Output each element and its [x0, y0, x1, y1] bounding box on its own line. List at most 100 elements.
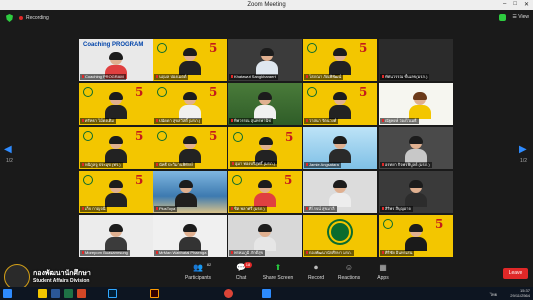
participant-name: Jamie Angsatara — [304, 162, 341, 168]
maximize-icon[interactable]: □ — [513, 1, 517, 8]
word-icon[interactable] — [51, 289, 60, 298]
record-label: Record — [307, 275, 325, 281]
participant-tile[interactable]: 5 วาสนา รัตนวงศ์ — [303, 83, 377, 125]
participant-tile[interactable]: กองพัฒนานักศึกษา มรภ. — [303, 215, 377, 257]
participant-tile[interactable]: 5 ชิต พลาศรี (มรภ.) — [228, 171, 302, 213]
participant-name: กองพัฒนานักศึกษา มรภ. — [304, 250, 354, 256]
reactions-label: Reactions — [337, 275, 361, 281]
participant-name: ศรัทธา ไม้ดงเดิม — [80, 118, 116, 124]
participant-tile[interactable]: 5 ศรัทธา ไม้ดงเดิม — [79, 83, 153, 125]
participant-name: สิริพร สีบุญอาจ — [380, 206, 413, 212]
window-titlebar: Zoom Meeting – □ ✕ — [0, 0, 533, 10]
reactions-button[interactable]: ☺ Reactions — [330, 263, 368, 281]
participant-tile[interactable]: 5 นัทธี ป่ะวิมานพิทักษ์ — [153, 127, 227, 169]
chat-icon: 💬 — [236, 263, 246, 272]
participant-name: นัทธี ป่ะวิมานพิทักษ์ — [154, 162, 195, 168]
participant-name: Khatawut Sangkharaert — [229, 74, 278, 80]
shield-icon[interactable] — [6, 14, 13, 22]
participant-name: ณัฐพงษ์ ว่องไวเมธี — [380, 118, 419, 124]
participant-tile[interactable]: อรทยา กิจพรพิบูลย์ (มรภ.) — [379, 127, 453, 169]
participant-tile[interactable]: ณัฐพงษ์ ว่องไวเมธี — [379, 83, 453, 125]
participant-tile[interactable]: สิริพร สีบุญอาจ — [379, 171, 453, 213]
share-screen-button[interactable]: ⬆ Share Screen — [259, 263, 297, 281]
page-prev-icon[interactable]: ◀ — [4, 144, 14, 156]
share-screen-label: Share Screen — [262, 275, 294, 281]
participant-name: ปนัดดา สุขสวัสดิ์ (มรภ.) — [154, 118, 203, 124]
participant-name: นฤมล ปองเมตต์ — [154, 74, 189, 80]
lock-icon[interactable] — [499, 14, 506, 21]
participant-name: ศิโรจน์ สุขมาลี — [304, 206, 337, 212]
participant-tile[interactable]: Jamie Angsatara — [303, 127, 377, 169]
page-next-icon[interactable]: ▶ — [519, 144, 529, 156]
participant-tile[interactable]: ทิพวรรณ สุนทรพานิช — [228, 83, 302, 125]
chat-button[interactable]: 💬 18 Chat — [222, 262, 260, 281]
participants-label: Participants — [184, 275, 212, 281]
participant-name: ชิต พลาศรี (มรภ.) — [229, 206, 267, 212]
photoshop-icon[interactable] — [108, 289, 117, 298]
page-indicator-right: 1/2 — [520, 158, 527, 164]
windows-start-icon[interactable] — [3, 289, 12, 298]
participant-tile[interactable]: 5 อุมา ทองบริสุทธิ์ (มรภ.) — [228, 127, 302, 169]
smiley-icon: ☺ — [344, 263, 354, 272]
os-taskbar: 15:37 29/11/2564 ไทย — [0, 287, 533, 300]
participant-tile[interactable]: Khatawut Sangkharaert — [228, 39, 302, 81]
participant-name: โสภณา ภัณพิพัฒน์ — [304, 74, 344, 80]
recording-label: Recording — [26, 15, 49, 21]
participant-tile[interactable]: Moreporn Buasamrsung — [79, 215, 153, 257]
participant-name: ศิริชัย อินทรเสน — [380, 250, 415, 256]
participant-tile[interactable]: 5 เก็จ กาญจนี — [79, 171, 153, 213]
participants-button[interactable]: 👥 82 Participants — [179, 262, 217, 281]
leave-button[interactable]: Leave — [503, 268, 528, 279]
share-screen-icon: ⬆ — [274, 263, 282, 272]
meeting-topbar: Recording ☰ View — [0, 10, 533, 26]
zoom-icon[interactable] — [262, 289, 271, 298]
file-explorer-icon[interactable] — [38, 289, 47, 298]
window-title: Zoom Meeting — [247, 2, 286, 8]
participant-tile[interactable]: พรหมภูมิ ภักดีสุข — [228, 215, 302, 257]
participant-name: PlusToya — [154, 206, 178, 212]
excel-icon[interactable] — [64, 289, 73, 298]
apps-icon: ▦ — [379, 263, 387, 272]
participant-name: อรทยา กิจพรพิบูลย์ (มรภ.) — [380, 162, 432, 168]
participant-name: พรหมภูมิ ภักดีสุข — [229, 250, 266, 256]
participant-name: วาสนา รัตนวงศ์ — [304, 118, 339, 124]
participant-tile[interactable]: Coaching PROGRAM Coaching PROGRAM — [79, 39, 153, 81]
view-button[interactable]: ☰ View — [512, 14, 529, 20]
participant-name: อุมา ทองบริสุทธิ์ (มรภ.) — [230, 161, 277, 167]
participant-tile[interactable]: 5 หนิกูลจู ประมุข (ทร.) — [79, 127, 153, 169]
apps-label: Apps — [377, 275, 389, 281]
illustrator-icon[interactable] — [150, 289, 159, 298]
university-logo-icon — [157, 43, 167, 53]
chrome-icon[interactable] — [224, 289, 233, 298]
participant-name: หนิกูลจู ประมุข (ทร.) — [80, 162, 123, 168]
university-logo-icon — [329, 221, 351, 243]
participant-tile[interactable]: 5 ปนัดดา สุขสวัสดิ์ (มรภ.) — [153, 83, 227, 125]
participant-name: เก็จ กาญจนี — [80, 206, 108, 212]
system-tray: 15:37 29/11/2564 — [510, 288, 530, 298]
recording-icon — [19, 16, 23, 20]
participant-name: ทิพวรรณ สุนทรพานิช — [229, 118, 273, 124]
close-icon[interactable]: ✕ — [524, 1, 529, 8]
clock-date: 29/11/2564 — [510, 293, 530, 298]
participant-tile[interactable]: PlusToya — [153, 171, 227, 213]
participant-tile[interactable]: 5 ศิริชัย อินทรเสน — [379, 215, 453, 257]
tile-banner: Coaching PROGRAM — [83, 42, 144, 48]
participant-tile[interactable]: 5 โสภณา ภัณพิพัฒน์ — [303, 39, 377, 81]
participant-tile[interactable]: 5 นฤมล ปองเมตต์ — [153, 39, 227, 81]
gallery-view: ◀ 1/2 ▶ 1/2 Coaching PROGRAM Coaching PR… — [0, 26, 533, 259]
apps-button[interactable]: ▦ Apps — [364, 263, 402, 281]
participants-count: 82 — [206, 262, 212, 267]
chat-badge: 18 — [244, 262, 252, 268]
participant-name: MrMan Watthatai Phaenga — [154, 250, 209, 256]
participant-tile[interactable]: ทัศนวรรณ ชั้นเลข(มรภ.) — [379, 39, 453, 81]
minimize-icon[interactable]: – — [503, 1, 506, 8]
participant-tile[interactable]: ศิโรจน์ สุขมาลี — [303, 171, 377, 213]
input-language[interactable]: ไทย — [490, 291, 497, 298]
mic-muted-icon — [82, 75, 84, 79]
participant-tile[interactable]: MrMan Watthatai Phaenga — [153, 215, 227, 257]
view-label: View — [518, 14, 529, 20]
page-indicator-left: 1/2 — [6, 158, 13, 164]
chat-label: Chat — [235, 275, 247, 281]
powerpoint-icon[interactable] — [77, 289, 86, 298]
watermark-subtitle: Student Affairs Division — [33, 278, 90, 284]
